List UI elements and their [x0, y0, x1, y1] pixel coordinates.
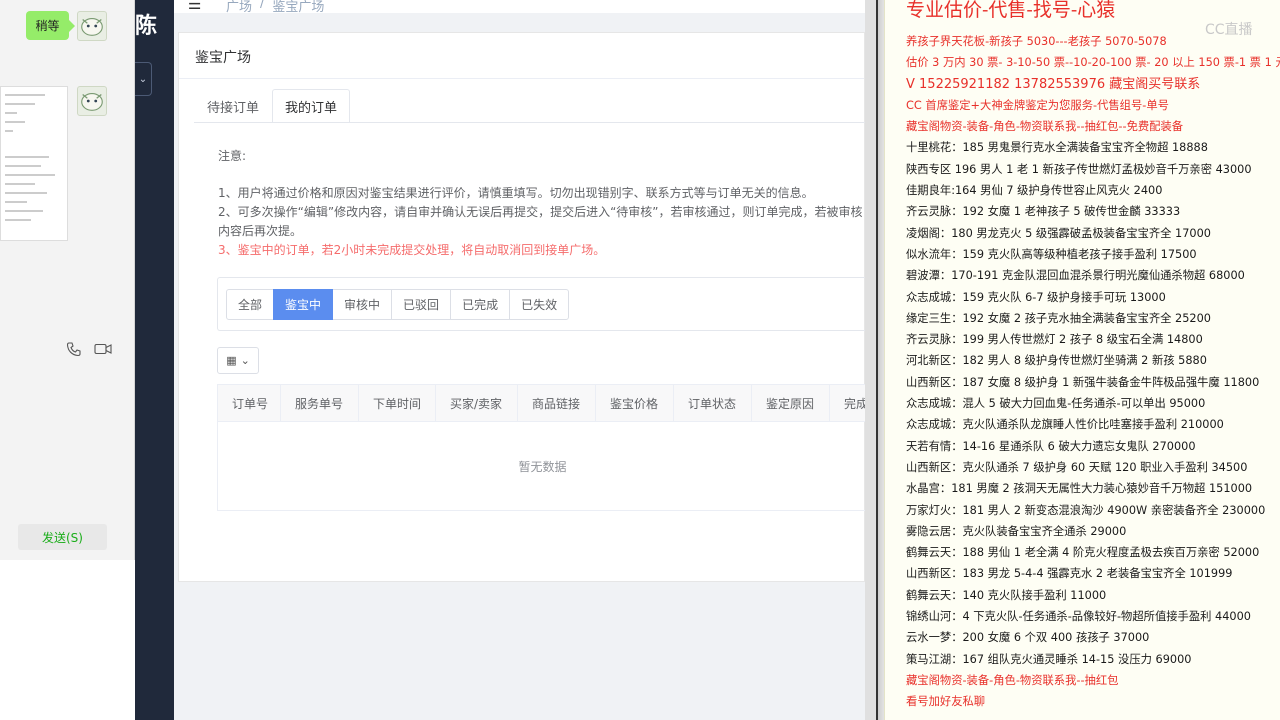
overlay-line: 齐云灵脉：199 男人传世燃灯 2 孩子 8 级宝石全满 14800 — [906, 333, 1203, 347]
topbar: ☰ 广场 / 鉴宝广场 — [174, 0, 865, 15]
chevron-down-icon: ⌄ — [138, 73, 148, 85]
overlay-line: 山西新区：183 男龙 5-4-4 强霹克水 2 老装备宝宝齐全 101999 — [906, 567, 1233, 581]
notice-warning: 3、鉴宝中的订单，若2小时未完成提交处理，将自动取消回到接单广场。 — [218, 243, 606, 257]
overlay-line: 鹤舞云天：140 克火队接手盈利 11000 — [906, 588, 1107, 602]
status-rejected-button[interactable]: 已驳回 — [391, 289, 452, 320]
overlay-line: CC 首席鉴定+大神金牌鉴定为您服务-代售组号-单号 — [906, 98, 1169, 112]
overlay-line: 山西新区：187 女魔 8 级护身 1 新强牛装备金牛阵极品强牛魔 11800 — [906, 375, 1260, 389]
admin-sidebar: 陈 ⌄ — [135, 0, 174, 720]
column-toggle-button[interactable]: ▦ ⌄ — [217, 347, 259, 374]
orders-table: 订单号 服务单号 下单时间 买家/卖家 商品链接 鉴宝价格 订单状态 鉴定原因 … — [217, 384, 865, 511]
overlay-line: 策马江湖：167 组队克火通灵睡杀 14-15 没压力 69000 — [906, 652, 1192, 666]
status-filter-panel: 全部 鉴宝中 审核中 已驳回 已完成 已失效 — [217, 277, 865, 331]
chevron-down-icon: ⌄ — [240, 354, 250, 367]
main-content: ☰ 广场 / 鉴宝广场 鉴宝广场 待接订单 我的订单 注意: 1、用户将通过价格… — [174, 0, 865, 720]
overlay-line: 山西新区：克火队通杀 7 级护身 60 天赋 120 职业入手盈利 34500 — [906, 460, 1248, 474]
avatar[interactable] — [77, 11, 107, 41]
status-all-button[interactable]: 全部 — [226, 289, 275, 320]
overlay-line: 鹤舞云天：188 男仙 1 老全满 4 阶克火程度孟极去疾百万亲密 52000 — [906, 546, 1260, 560]
column-header[interactable]: 下单时间 — [359, 385, 436, 421]
overlay-line: 众志成城：混人 5 破大力回血鬼-任务通杀-可以单出 95000 — [906, 397, 1206, 411]
table-header: 订单号 服务单号 下单时间 买家/卖家 商品链接 鉴宝价格 订单状态 鉴定原因 … — [218, 385, 865, 422]
overlay-line: V 15225921182 13782553976 藏宝阁买号联系 — [906, 76, 1201, 92]
sidebar-dropdown[interactable]: ⌄ — [135, 62, 152, 96]
overlay-line: 凌烟阁：180 男龙克火 5 级强霹破孟极装备宝宝齐全 17000 — [906, 226, 1211, 240]
overlay-line: 齐云灵脉：192 女魔 1 老神孩子 5 破传世金麟 33333 — [906, 205, 1181, 219]
chat-message-text: 稍等 — [35, 19, 60, 33]
logo-text: 陈 — [135, 14, 158, 39]
chat-window: 稍等 发送(S) — [0, 0, 135, 560]
status-reviewing-button[interactable]: 审核中 — [332, 289, 393, 320]
chat-message-bubble: 稍等 — [26, 11, 75, 40]
overlay-line: 众志成城：克火队通杀队龙旗睡人性价比哇塞接手盈利 210000 — [906, 418, 1224, 432]
overlay-line: 估价 3 万内 30 票- 3-10-50 票--10-20-100 票- 20… — [906, 56, 1280, 70]
send-button[interactable]: 发送(S) — [18, 524, 107, 550]
overlay-line: 看号加好友私聊 — [906, 695, 986, 709]
page-title: 鉴宝广场 — [179, 33, 864, 79]
breadcrumb-separator: / — [260, 0, 265, 11]
grid-icon: ▦ — [226, 354, 237, 367]
overlay-line: 佳期良年:164 男仙 7 级护身传世容止风克火 2400 — [906, 184, 1163, 198]
empty-state: 暂无数据 — [518, 459, 567, 474]
column-header[interactable]: 鉴定原因 — [752, 385, 830, 421]
column-header[interactable]: 鉴宝价格 — [596, 385, 674, 421]
overlay-line: 似水流年：159 克火队高等级种植老孩子接手盈利 17500 — [906, 247, 1197, 261]
status-expired-button[interactable]: 已失效 — [509, 289, 570, 320]
column-header[interactable]: 完成 — [830, 385, 865, 421]
notice-title: 注意: — [218, 149, 247, 163]
overlay-line: 藏宝阁物资-装备-角色-物资联系我--抽红包--免费配装备 — [906, 120, 1184, 134]
column-header[interactable]: 服务单号 — [281, 385, 359, 421]
status-filter-group: 全部 鉴宝中 审核中 已驳回 已完成 已失效 — [226, 289, 570, 320]
column-header[interactable]: 订单状态 — [674, 385, 752, 421]
hamburger-menu-icon[interactable]: ☰ — [188, 0, 201, 12]
notice-line: 2、可多次操作“编辑”修改内容，请自审并确认无误后再提交，提交后进入“待审核”，… — [218, 205, 863, 219]
notice-line: 1、用户将通过价格和原因对鉴宝结果进行评价，请慎重填写。切勿出现错别字、联系方式… — [218, 186, 814, 200]
notice-line: 内容后再次提。 — [218, 224, 303, 238]
video-icon[interactable] — [94, 341, 112, 361]
overlay-line: 天若有情：14-16 星通杀队 6 破大力遗忘女鬼队 270000 — [906, 439, 1196, 453]
stream-text-overlay: 专业估价-代售-找号-心猿 CC直播 养孩子界天花板-新孩子 5030---老孩… — [884, 0, 1280, 720]
tab-my-orders[interactable]: 我的订单 — [272, 89, 351, 123]
phone-icon[interactable] — [66, 341, 82, 361]
status-appraising-button[interactable]: 鉴宝中 — [273, 289, 334, 320]
overlay-line: 众志成城：159 克火队 6-7 级护身接手可玩 13000 — [906, 290, 1166, 304]
overlay-lines: 养孩子界天花板-新孩子 5030---老孩子 5070-5078 估价 3 万内 … — [906, 31, 1280, 713]
overlay-line: 万家灯火：181 男人 2 新变态混浪淘沙 4900W 亲密装备齐全 23000… — [906, 503, 1266, 517]
content-card: 鉴宝广场 待接订单 我的订单 注意: 1、用户将通过价格和原因对鉴宝结果进行评价… — [178, 32, 865, 582]
avatar[interactable] — [77, 86, 107, 116]
breadcrumb: 广场 / 鉴宝广场 — [226, 0, 324, 15]
image-message[interactable] — [0, 86, 68, 241]
status-completed-button[interactable]: 已完成 — [450, 289, 511, 320]
notice: 注意: 1、用户将通过价格和原因对鉴宝结果进行评价，请慎重填写。切勿出现错别字、… — [218, 147, 863, 260]
column-header[interactable]: 买家/卖家 — [436, 385, 518, 421]
overlay-line: 缘定三生：192 女魔 2 孩子克水抽全满装备宝宝齐全 25200 — [906, 311, 1211, 325]
overlay-line: 养孩子界天花板-新孩子 5030---老孩子 5070-5078 — [906, 35, 1167, 48]
overlay-line: 云水一梦：200 女魔 6 个双 400 孩孩子 37000 — [906, 631, 1150, 645]
overlay-line: 锦绣山河：4 下克火队-任务通杀-品像较好-物超所值接手盈利 44000 — [906, 610, 1251, 624]
breadcrumb-item[interactable]: 广场 — [226, 0, 252, 15]
breadcrumb-item: 鉴宝广场 — [272, 0, 325, 15]
column-header[interactable]: 商品链接 — [518, 385, 596, 421]
column-header[interactable]: 订单号 — [218, 385, 281, 421]
overlay-line: 水晶宫：181 男魔 2 孩洞天无属性大力装心猿妙音千万物超 151000 — [906, 482, 1253, 496]
video-divider — [865, 0, 885, 720]
overlay-line: 藏宝阁物资-装备-角色-物资联系我--抽红包 — [906, 673, 1119, 687]
overlay-line: 碧波潭：170-191 克金队混回血混杀景行明光魔仙通杀物超 68000 — [906, 269, 1245, 283]
overlay-line: 河北新区：182 男人 8 级护身传世燃灯坐骑满 2 新孩 5880 — [906, 354, 1207, 368]
overlay-line: 陕西专区 196 男人 1 老 1 新孩子传世燃灯孟极妙音千万亲密 43000 — [906, 162, 1252, 176]
tab-pending-orders[interactable]: 待接订单 — [194, 89, 273, 123]
overlay-title: 专业估价-代售-找号-心猿 — [906, 0, 1116, 21]
overlay-line: 雾隐云居：克火队装备宝宝齐全通杀 29000 — [906, 524, 1127, 538]
tab-bar: 待接订单 我的订单 — [194, 89, 351, 123]
overlay-line: 十里桃花：185 男鬼景行克水全满装备宝宝齐全物超 18888 — [906, 141, 1208, 155]
